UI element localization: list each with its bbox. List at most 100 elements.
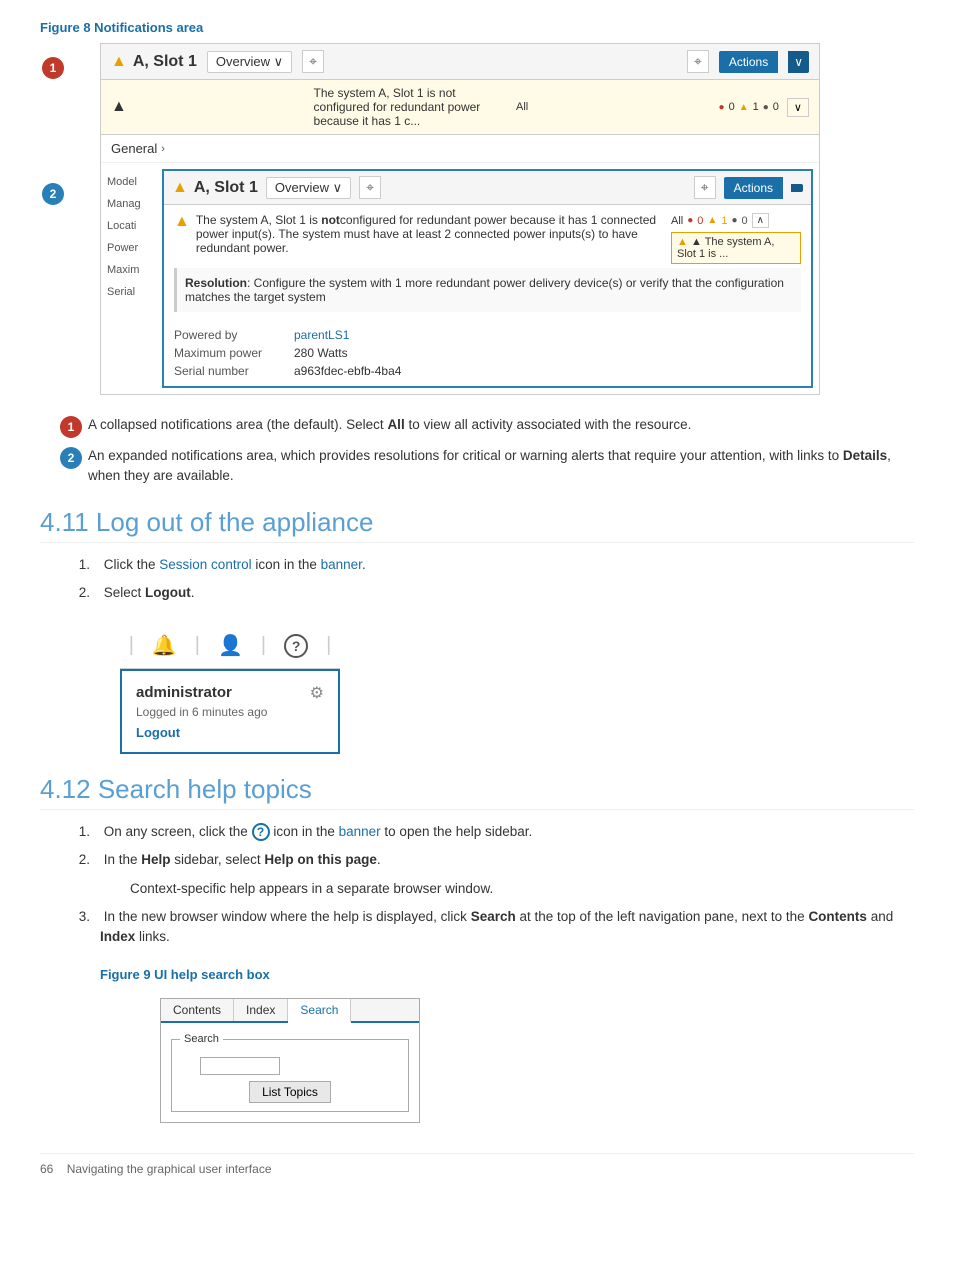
- search-input[interactable]: [200, 1057, 280, 1075]
- error-icon-small: ●: [719, 102, 725, 113]
- admin-name: administrator: [136, 684, 232, 701]
- figure9-container: Figure 9 UI help search box Contents Ind…: [100, 967, 914, 1123]
- gear-icon[interactable]: ⚙: [310, 683, 324, 703]
- exp-alert-main: ▲ The system A, Slot 1 is notconfigured …: [174, 213, 663, 256]
- props-section: Powered by parentLS1 Maximum power 280 W…: [164, 320, 811, 386]
- resolution-box: Resolution: Configure the system with 1 …: [174, 268, 801, 312]
- step-412-2-num: 2.: [70, 850, 90, 870]
- search-legend: Search: [180, 1033, 223, 1045]
- slot-title: ▲ A, Slot 1: [111, 53, 197, 71]
- exp-slot-title: ▲ A, Slot 1: [172, 179, 258, 197]
- description-list: 1 A collapsed notifications area (the de…: [60, 415, 914, 487]
- section-412-heading: 4.12 Search help topics: [40, 774, 914, 810]
- search-tabs-row: Contents Index Search: [161, 999, 419, 1023]
- bell-icon[interactable]: 🔔: [152, 633, 177, 658]
- powered-by-label: Powered by: [174, 328, 274, 342]
- search-box-area: Search List Topics: [161, 1023, 419, 1122]
- notif-bar-collapsed: ▲ A, Slot 1 Overview ∨ ⌖ ⌖ Actions ∨: [101, 44, 819, 80]
- exp-alert-text: The system A, Slot 1 is notconfigured fo…: [196, 213, 663, 255]
- step-411-1: 1. Click the Session control icon in the…: [100, 555, 914, 575]
- alert-text: The system A, Slot 1 is not configured f…: [314, 86, 509, 128]
- help-question-icon[interactable]: ?: [252, 823, 270, 841]
- info-icon-small: ●: [763, 102, 769, 113]
- section-412: 4.12 Search help topics 1. On any screen…: [40, 774, 914, 1123]
- warn-count: 1: [753, 101, 759, 113]
- pin-icon[interactable]: ⌖: [302, 50, 324, 73]
- pin-icon-right[interactable]: ⌖: [687, 50, 709, 73]
- exp-overview-button[interactable]: Overview ∨: [266, 177, 351, 199]
- general-arrow-icon: ›: [161, 143, 165, 155]
- desc-item-1: 1 A collapsed notifications area (the de…: [60, 415, 914, 438]
- sidebar-model: Model: [107, 171, 150, 193]
- page-number: 66: [40, 1162, 53, 1176]
- session-control-link[interactable]: Session control: [159, 557, 251, 572]
- help-icon-circle[interactable]: ?: [284, 634, 308, 658]
- actions-caret-button[interactable]: ∨: [788, 51, 809, 73]
- desc-badge-2: 2: [60, 447, 82, 469]
- exp-up-chevron[interactable]: ∧: [752, 213, 769, 228]
- sidebar-power: Power: [107, 237, 150, 259]
- exp-actions-caret[interactable]: [791, 184, 803, 192]
- tab-search[interactable]: Search: [288, 999, 351, 1023]
- exp-warn-icon: ▲: [172, 179, 188, 197]
- tab-index[interactable]: Index: [234, 999, 288, 1021]
- logout-icons-row: | 🔔 | 👤 | ? |: [120, 623, 340, 669]
- exp-bar: ▲ A, Slot 1 Overview ∨ ⌖ ⌖ Actions: [164, 171, 811, 205]
- exp-slot-label: A, Slot 1: [194, 179, 258, 197]
- step-412-context: Context-specific help appears in a separ…: [130, 879, 914, 899]
- user-icon[interactable]: 👤: [218, 633, 243, 658]
- sidebar-maxim: Maxim: [107, 259, 150, 281]
- desc-text-2: An expanded notifications area, which pr…: [88, 446, 914, 487]
- warning-triangle-icon: ▲: [111, 53, 127, 71]
- banner-link-1[interactable]: banner: [321, 557, 362, 572]
- resolution-text: : Configure the system with 1 more redun…: [185, 276, 784, 304]
- step-412-1-num: 1.: [70, 822, 90, 842]
- prop-max-power: Maximum power 280 Watts: [174, 344, 801, 362]
- exp-info-count: 0: [741, 215, 747, 227]
- expanded-area: Model Manag Locati Power Maxim Serial ▲ …: [101, 163, 819, 394]
- badge-1: 1: [42, 57, 64, 79]
- error-count: 0: [729, 101, 735, 113]
- steps-412: 1. On any screen, click the ? icon in th…: [100, 822, 914, 947]
- separator-mid2: |: [261, 634, 266, 657]
- sidebar-serial: Serial: [107, 281, 150, 303]
- prop-powered-by: Powered by parentLS1: [174, 326, 801, 344]
- slot-ref-text: ▲ The system A, Slot 1 is ...: [677, 236, 774, 260]
- logout-link[interactable]: Logout: [136, 725, 324, 740]
- figure8-title: Figure 8 Notifications area: [40, 20, 914, 35]
- desc-item-2: 2 An expanded notifications area, which …: [60, 446, 914, 487]
- logout-popup: administrator ⚙ Logged in 6 minutes ago …: [120, 669, 340, 754]
- figure8-section: Figure 8 Notifications area 1 2 ▲ A, Slo…: [40, 20, 914, 395]
- step-412-1: 1. On any screen, click the ? icon in th…: [100, 822, 914, 842]
- step-411-2-num: 2.: [70, 583, 90, 603]
- sidebar-labels: Model Manag Locati Power Maxim Serial: [101, 163, 156, 394]
- exp-actions-button[interactable]: Actions: [724, 177, 783, 199]
- count-group: ● 0 ▲ 1 ● 0: [719, 101, 779, 113]
- list-topics-button[interactable]: List Topics: [249, 1081, 331, 1103]
- sidebar-manag: Manag: [107, 193, 150, 215]
- exp-all-label[interactable]: All: [671, 215, 683, 227]
- banner-link-2[interactable]: banner: [339, 824, 381, 839]
- all-label[interactable]: All: [516, 101, 711, 113]
- chevron-down-button[interactable]: ∨: [787, 98, 809, 117]
- exp-warn-count: 1: [721, 215, 727, 227]
- exp-error-count: 0: [697, 215, 703, 227]
- tab-contents[interactable]: Contents: [161, 999, 234, 1021]
- actions-button[interactable]: Actions: [719, 51, 778, 73]
- max-power-label: Maximum power: [174, 346, 274, 360]
- exp-content: ▲ The system A, Slot 1 is notconfigured …: [164, 205, 811, 320]
- notification-figure: ▲ A, Slot 1 Overview ∨ ⌖ ⌖ Actions ∨ ▲ T…: [100, 43, 820, 395]
- overview-button[interactable]: Overview ∨: [207, 51, 292, 73]
- exp-error-icon: ●: [687, 215, 693, 226]
- info-count: 0: [773, 101, 779, 113]
- exp-pin-icon[interactable]: ⌖: [359, 176, 381, 199]
- desc-text-1: A collapsed notifications area (the defa…: [88, 415, 914, 435]
- logout-figure: | 🔔 | 👤 | ? | administrator ⚙ Logged in …: [120, 623, 340, 754]
- steps-411: 1. Click the Session control icon in the…: [100, 555, 914, 604]
- exp-pin-right[interactable]: ⌖: [694, 176, 716, 199]
- step-412-3-num: 3.: [70, 907, 90, 927]
- powered-by-value[interactable]: parentLS1: [294, 328, 349, 342]
- figure9-title: Figure 9 UI help search box: [100, 967, 914, 982]
- separator-right: |: [326, 634, 331, 657]
- search-figure: Contents Index Search Search List Topics: [160, 998, 420, 1123]
